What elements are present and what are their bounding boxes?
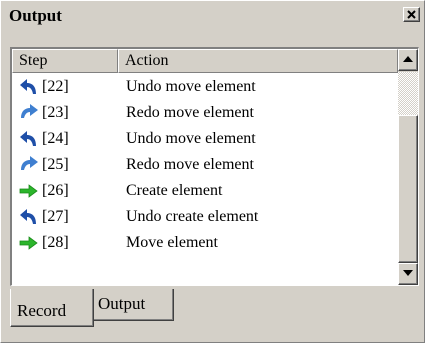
redo-icon [18,155,40,175]
vertical-scrollbar[interactable] [398,49,418,285]
arrow-up-icon [403,56,413,62]
column-header-action[interactable]: Action [118,49,398,73]
action-label: Undo create element [126,208,259,225]
panel-title: Output [9,6,62,25]
action-label: Undo move element [126,78,256,95]
list-item[interactable]: [24] Undo move element [12,126,398,152]
scroll-track[interactable] [398,72,418,115]
arrow-right-icon [18,233,40,253]
arrow-down-icon [403,270,413,276]
output-panel: Output Step Action [22] Undo move element… [0,0,425,343]
step-number: [26] [42,182,69,199]
tab-strip: Output Record [10,289,310,329]
close-button[interactable] [403,7,420,22]
scroll-down-button[interactable] [398,263,418,285]
list-header: Step Action [12,49,398,73]
action-label: Move element [126,234,218,251]
list-item[interactable]: [27] Undo create element [12,204,398,230]
step-number: [23] [42,104,69,121]
action-label: Create element [126,182,223,199]
undo-icon [18,207,40,227]
list-item[interactable]: [23] Redo move element [12,100,398,126]
action-label: Redo move element [126,156,254,173]
tab-output[interactable]: Output [94,289,174,321]
undo-icon [18,77,40,97]
step-number: [28] [42,234,69,251]
undo-icon [18,129,40,149]
step-number: [25] [42,156,69,173]
history-rows: [22] Undo move element [23] Redo move eleme… [12,74,398,256]
title-bar[interactable]: Output [3,4,422,28]
tab-record[interactable]: Record [10,289,94,327]
list-item[interactable]: [28] Move element [12,230,398,256]
history-list: Step Action [22] Undo move element [23] Red… [10,47,419,286]
step-number: [22] [42,78,69,95]
list-item[interactable]: [26] Create element [12,178,398,204]
close-icon [407,10,416,19]
list-item[interactable]: [25] Redo move element [12,152,398,178]
step-number: [24] [42,130,69,147]
list-item[interactable]: [22] Undo move element [12,74,398,100]
column-header-step[interactable]: Step [12,49,118,73]
action-label: Redo move element [126,104,254,121]
scroll-up-button[interactable] [398,49,418,71]
arrow-right-icon [18,181,40,201]
step-number: [27] [42,208,69,225]
scroll-thumb[interactable] [398,115,418,263]
action-label: Undo move element [126,130,256,147]
redo-icon [18,103,40,123]
